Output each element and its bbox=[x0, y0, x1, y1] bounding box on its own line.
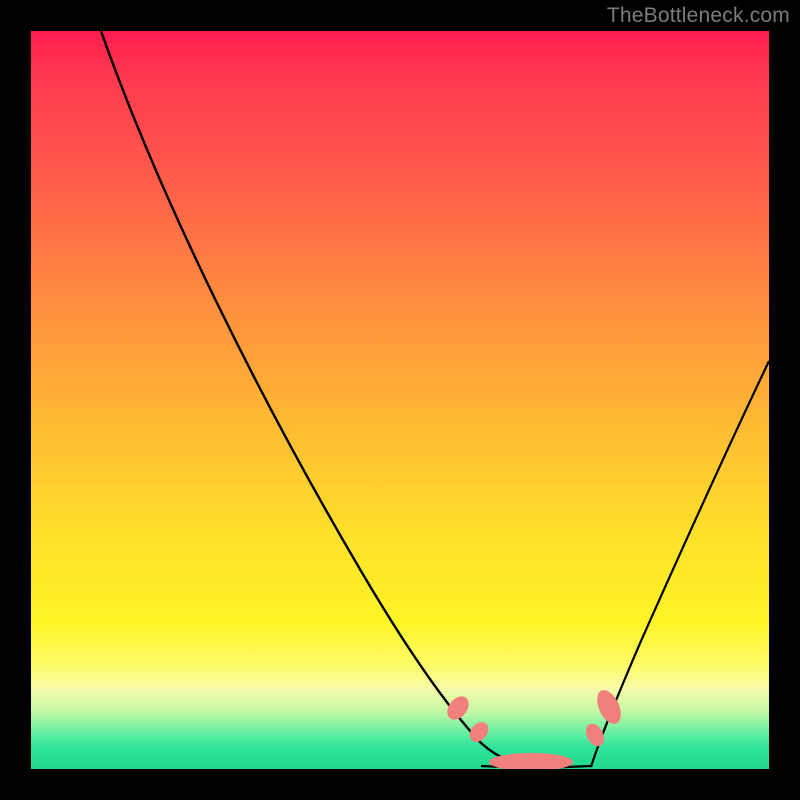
chart-stage: TheBottleneck.com bbox=[0, 0, 800, 800]
watermark-text: TheBottleneck.com bbox=[607, 4, 790, 28]
marker-group bbox=[443, 686, 626, 769]
plot-area bbox=[31, 31, 769, 769]
left-curve bbox=[101, 31, 551, 767]
marker-left-upper bbox=[443, 692, 473, 724]
marker-bottom bbox=[489, 753, 573, 769]
marker-right-upper bbox=[592, 686, 625, 727]
curve-layer bbox=[31, 31, 769, 769]
marker-right-lower bbox=[582, 721, 607, 750]
